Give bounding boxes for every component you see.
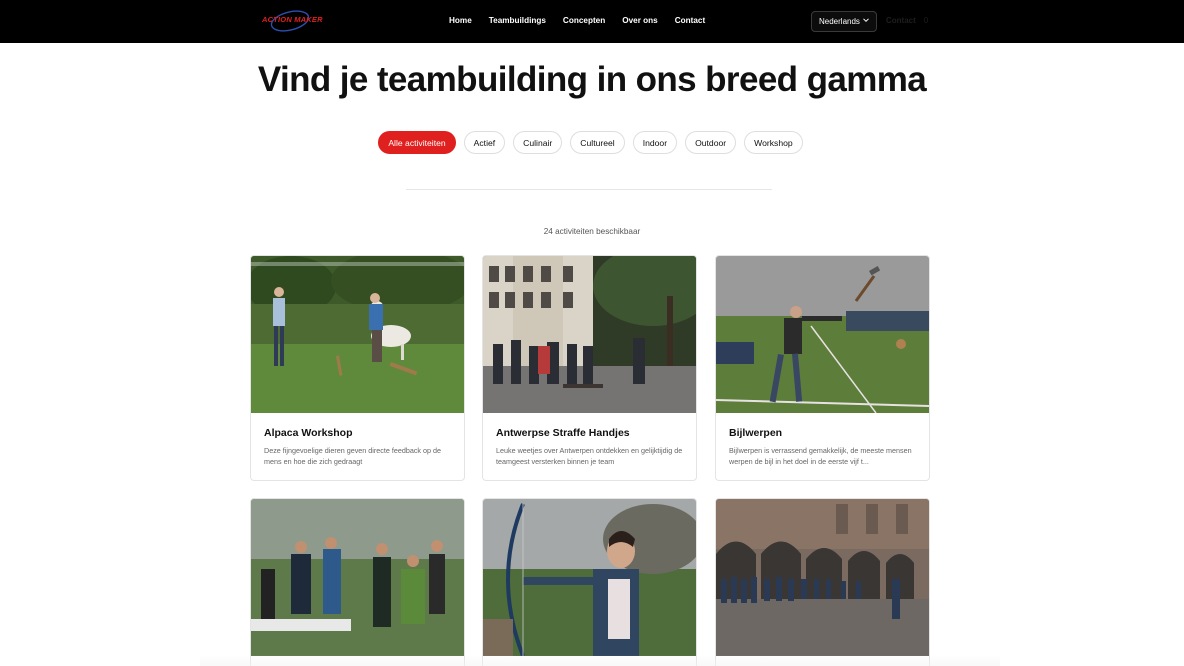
filter-actief[interactable]: Actief: [463, 131, 506, 154]
nav-home[interactable]: Home: [449, 16, 472, 25]
alpaca-workshop-photo: [251, 256, 464, 413]
section-divider: [406, 189, 772, 190]
language-selector-label: Nederlands: [819, 17, 860, 26]
activity-card-outdoor-group[interactable]: [250, 498, 465, 666]
filter-alle-activiteiten[interactable]: Alle activiteiten: [378, 131, 456, 154]
contact-cart-count: 0: [923, 16, 929, 25]
activity-title: Antwerpse Straffe Handjes: [496, 427, 630, 439]
main-navigation: Home Teambuildings Concepten Over ons Co…: [449, 16, 722, 25]
outdoor-group-activity-photo: [251, 499, 464, 656]
activity-card-archery[interactable]: [482, 498, 697, 666]
activity-card-alpaca-workshop[interactable]: Alpaca Workshop Deze fijngevoelige diere…: [250, 255, 465, 481]
language-selector[interactable]: Nederlands: [811, 11, 877, 32]
nav-concepten[interactable]: Concepten: [563, 16, 605, 25]
nav-teambuildings[interactable]: Teambuildings: [489, 16, 546, 25]
antwerp-street-group-photo: [483, 256, 696, 413]
filter-outdoor[interactable]: Outdoor: [685, 131, 737, 154]
action-maker-logo[interactable]: ACTION MAKER: [262, 8, 323, 34]
historic-courtyard-group-photo: [716, 499, 929, 656]
activity-description: Leuke weetjes over Antwerpen ontdekken e…: [496, 446, 683, 466]
chevron-down-icon: [863, 18, 869, 23]
filter-indoor[interactable]: Indoor: [632, 131, 678, 154]
activity-card-bijlwerpen[interactable]: Bijlwerpen Bijlwerpen is verrassend gema…: [715, 255, 930, 481]
nav-contact[interactable]: Contact: [675, 16, 705, 25]
filter-workshop[interactable]: Workshop: [744, 131, 803, 154]
contact-cart-label: Contact: [886, 16, 916, 25]
results-count: 24 activiteiten beschikbaar: [543, 227, 641, 236]
filter-culinair[interactable]: Culinair: [513, 131, 563, 154]
activity-description: Deze fijngevoelige dieren geven directe …: [264, 446, 442, 466]
bottom-fade: [200, 655, 1000, 666]
activity-title: Alpaca Workshop: [264, 427, 353, 439]
category-filters: Alle activiteiten Actief Culinair Cultur…: [0, 131, 1184, 154]
activity-title: Bijlwerpen: [729, 427, 783, 439]
activity-description: Bijlwerpen is verrassend gemakkelijk, de…: [729, 446, 912, 466]
top-navigation-bar: ACTION MAKER Home Teambuildings Concepte…: [0, 0, 1184, 43]
nav-over-ons[interactable]: Over ons: [622, 16, 658, 25]
axe-throwing-photo: [716, 256, 929, 413]
activity-card-antwerpse-straffe-handjes[interactable]: Antwerpse Straffe Handjes Leuke weetjes …: [482, 255, 697, 481]
filter-cultureel[interactable]: Cultureel: [570, 131, 625, 154]
logo-text: ACTION MAKER: [262, 15, 323, 24]
contact-cart-link[interactable]: Contact 0: [886, 16, 928, 25]
archery-photo: [483, 499, 696, 656]
page-title: Vind je teambuilding in ons breed gamma: [257, 60, 927, 99]
activity-card-historic-courtyard[interactable]: [715, 498, 930, 666]
